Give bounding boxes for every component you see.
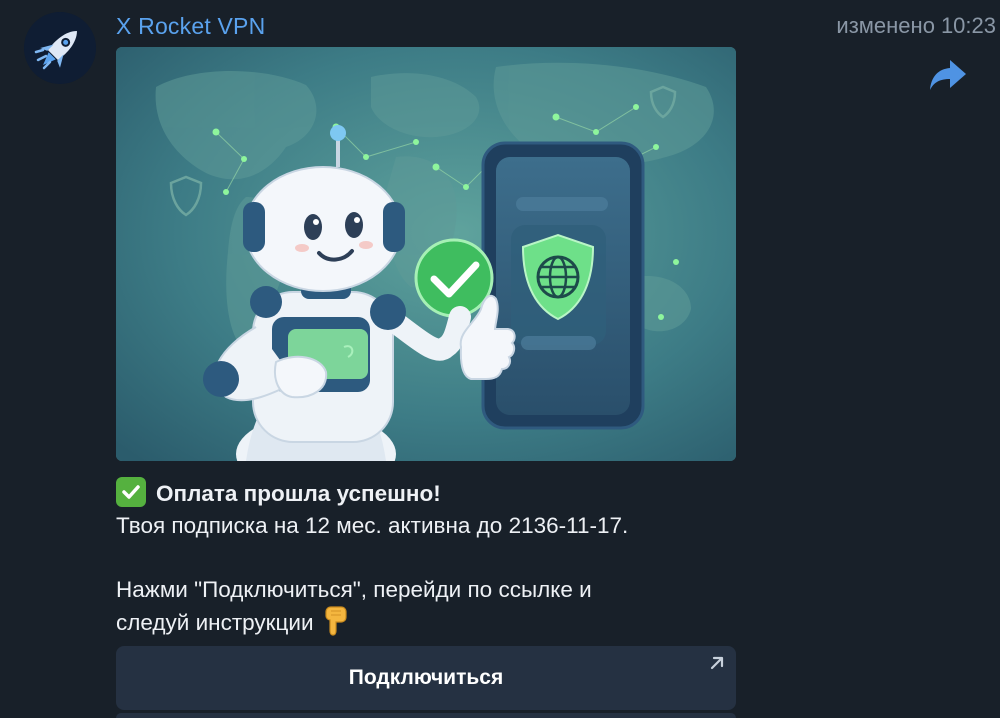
instruction-line-2: следуй инструкции — [116, 606, 756, 645]
pointing-down-emoji — [324, 606, 348, 645]
instruction-text-2: следуй инструкции — [116, 610, 314, 635]
connect-button-label: Подключиться — [348, 666, 504, 689]
external-link-arrow-icon — [710, 656, 724, 670]
next-button-edge[interactable] — [116, 713, 736, 718]
chat-message-view: X Rocket VPN изменено 10:23 Оплата прошл… — [0, 0, 1000, 718]
connect-button[interactable]: Подключиться — [116, 646, 736, 710]
check-mark-emoji — [116, 477, 146, 507]
payment-success-line: Оплата прошла успешно! — [116, 477, 756, 510]
edited-label: изменено — [836, 13, 935, 38]
forward-button[interactable] — [928, 58, 968, 92]
instruction-text-1: Нажми "Подключиться", перейди по ссылке … — [116, 577, 592, 602]
subscription-text: Твоя подписка на 12 мес. активна до 2136… — [116, 513, 629, 538]
message-time: 10:23 — [940, 13, 996, 38]
robot-vpn-illustration — [116, 47, 736, 461]
sender-name[interactable]: X Rocket VPN — [116, 13, 265, 40]
message-text: Оплата прошла успешно! Твоя подписка на … — [116, 477, 756, 645]
bot-avatar[interactable] — [24, 12, 96, 84]
message-meta: изменено 10:23 — [836, 13, 996, 39]
message-photo[interactable] — [116, 47, 736, 461]
payment-success-text: Оплата прошла успешно! — [156, 481, 441, 506]
rocket-icon — [24, 12, 96, 84]
forward-arrow-icon — [930, 60, 966, 90]
